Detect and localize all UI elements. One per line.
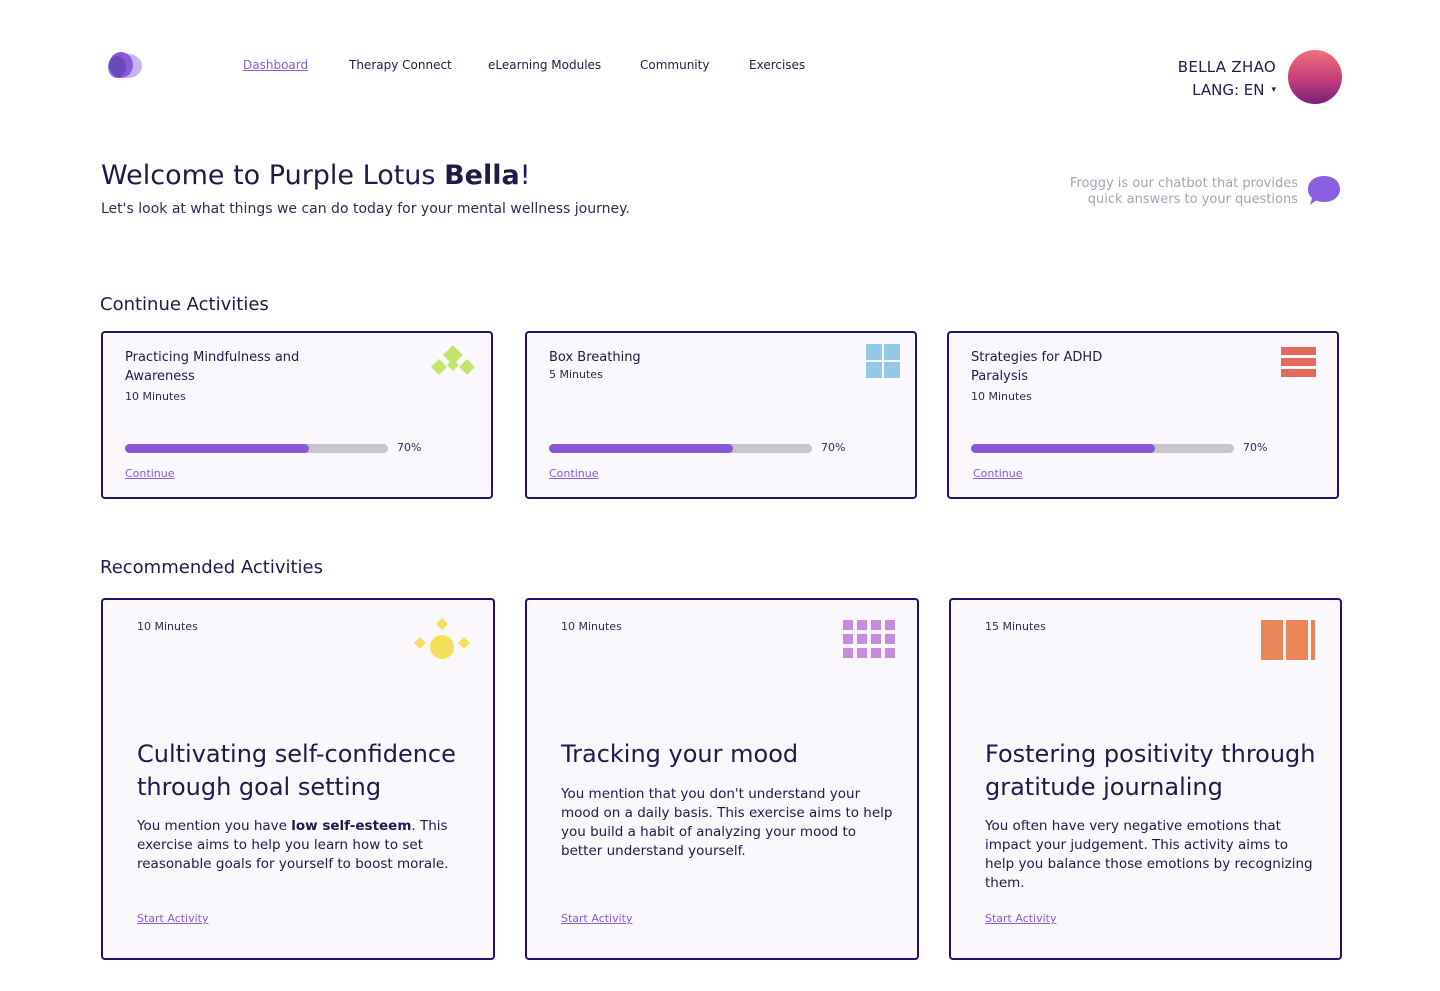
recommended-card[interactable]: 10 Minutes Tracking your mood You mentio…	[525, 598, 919, 960]
welcome-user-name: Bella	[444, 160, 520, 191]
activity-title: Box Breathing	[549, 350, 641, 365]
activity-title: Tracking your mood	[561, 740, 799, 768]
continue-link[interactable]: Continue	[549, 467, 598, 480]
orange-bars-icon	[1261, 620, 1315, 660]
page-title: Welcome to Purple Lotus Bella!	[101, 160, 531, 191]
froggy-description: Froggy is our chatbot that provides quic…	[1069, 176, 1298, 207]
progress-bar	[549, 444, 812, 453]
activity-duration: 10 Minutes	[561, 620, 622, 633]
progress-fill	[971, 444, 1156, 453]
activity-title: Cultivating self-confidence through goal…	[137, 740, 456, 801]
nav-dashboard[interactable]: Dashboard	[243, 58, 308, 72]
continue-link[interactable]: Continue	[125, 467, 174, 480]
welcome-prefix: Welcome to Purple Lotus	[101, 160, 445, 191]
purple-grid-icon	[843, 620, 895, 658]
activity-description: You often have very negative emotions th…	[985, 818, 1313, 891]
activity-description: You mention that you don't understand yo…	[561, 786, 893, 859]
continue-card[interactable]: Strategies for ADHD Paralysis 10 Minutes…	[947, 331, 1339, 499]
nav-exercises[interactable]: Exercises	[749, 58, 805, 72]
activity-duration: 10 Minutes	[125, 390, 186, 403]
nav-elearning-modules[interactable]: eLearning Modules	[488, 58, 601, 72]
recommended-card[interactable]: 15 Minutes Fostering positivity through …	[949, 598, 1342, 960]
recommended-card[interactable]: 10 Minutes Cultivating self-confidence t…	[101, 598, 495, 960]
description-text: You mention you have	[137, 818, 292, 834]
progress-bar	[125, 444, 388, 453]
avatar[interactable]	[1288, 50, 1342, 104]
nav-therapy-connect[interactable]: Therapy Connect	[349, 58, 452, 72]
progress-bar	[971, 444, 1234, 453]
continue-card[interactable]: Box Breathing 5 Minutes 70% Continue	[525, 331, 917, 499]
progress-percent: 70%	[821, 441, 846, 454]
blue-squares-icon	[866, 344, 900, 378]
activity-title: Fostering positivity through gratitude j…	[985, 740, 1316, 801]
activity-duration: 10 Minutes	[971, 390, 1032, 403]
lotus-logo-icon[interactable]	[104, 50, 144, 80]
activity-description: You mention you have low self-esteem. Th…	[137, 817, 473, 874]
activity-duration: 15 Minutes	[985, 620, 1046, 633]
green-diamonds-icon	[431, 345, 475, 375]
yellow-sun-icon	[414, 618, 470, 659]
activity-title: Practicing Mindfulness and Awareness	[125, 350, 300, 384]
nav-community[interactable]: Community	[640, 58, 709, 72]
page-subtitle: Let's look at what things we can do toda…	[101, 201, 630, 217]
activity-title: Strategies for ADHD Paralysis	[971, 350, 1103, 384]
welcome-suffix: !	[519, 160, 531, 191]
start-activity-link[interactable]: Start Activity	[137, 912, 209, 925]
progress-fill	[125, 444, 310, 453]
language-label: LANG: EN	[1192, 81, 1265, 99]
continue-card[interactable]: Practicing Mindfulness and Awareness 10 …	[101, 331, 493, 499]
progress-fill	[549, 444, 734, 453]
start-activity-link[interactable]: Start Activity	[985, 912, 1057, 925]
recommended-activities-heading: Recommended Activities	[100, 557, 323, 578]
chat-bubble-icon[interactable]	[1306, 174, 1342, 208]
description-emphasis: low self-esteem	[291, 818, 412, 834]
red-stripes-icon	[1281, 347, 1316, 377]
progress-percent: 70%	[397, 441, 422, 454]
caret-down-icon: ▾	[1271, 85, 1276, 95]
language-selector[interactable]: LANG: EN ▾	[1192, 81, 1276, 99]
start-activity-link[interactable]: Start Activity	[561, 912, 633, 925]
continue-activities-heading: Continue Activities	[100, 294, 269, 315]
progress-percent: 70%	[1243, 441, 1268, 454]
continue-link[interactable]: Continue	[973, 467, 1022, 480]
user-name[interactable]: BELLA ZHAO	[1178, 58, 1276, 76]
activity-duration: 10 Minutes	[137, 620, 198, 633]
activity-duration: 5 Minutes	[549, 368, 603, 381]
